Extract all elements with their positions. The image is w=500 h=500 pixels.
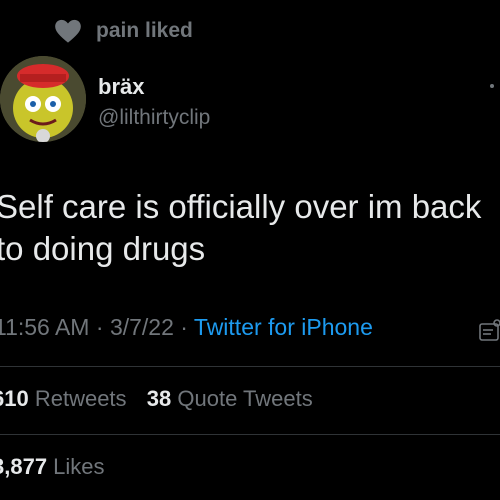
analytics-icon[interactable]: [478, 318, 500, 344]
retweets-count: 610: [0, 386, 29, 411]
quote-tweets-count: 38: [146, 386, 172, 411]
author-name[interactable]: bräx: [98, 74, 144, 100]
social-context[interactable]: pain liked: [54, 16, 193, 46]
avatar[interactable]: [0, 56, 86, 142]
tweet-source-link[interactable]: Twitter for iPhone: [194, 314, 373, 340]
likes-stats[interactable]: 3,877 Likes: [0, 454, 105, 480]
meta-separator: ·: [173, 314, 194, 340]
likes-label: Likes: [47, 454, 105, 479]
meta-separator: ·: [89, 314, 110, 340]
tweet-line: Self care is officially over im back: [0, 188, 482, 225]
retweet-stats[interactable]: 610 Retweets 38 Quote Tweets: [0, 386, 313, 412]
more-options-icon[interactable]: [490, 84, 494, 88]
tweet-time: 11:56 AM: [0, 314, 90, 340]
heart-icon: [54, 18, 82, 44]
tweet-text: Self care is officially over im back to …: [0, 186, 500, 270]
tweet-meta: 11:56 AM · 3/7/22 · Twitter for iPhone: [0, 314, 373, 341]
divider: [0, 434, 500, 435]
likes-count: 3,877: [0, 454, 48, 479]
quote-tweets-label: Quote Tweets: [171, 386, 313, 411]
author-handle[interactable]: @lilthirtyclip: [98, 106, 210, 130]
tweet-date: 3/7/22: [109, 314, 174, 340]
divider: [0, 366, 500, 367]
liked-by-text: pain liked: [96, 19, 193, 42]
retweets-label: Retweets: [28, 386, 127, 411]
tweet-line: to doing drugs: [0, 230, 206, 267]
